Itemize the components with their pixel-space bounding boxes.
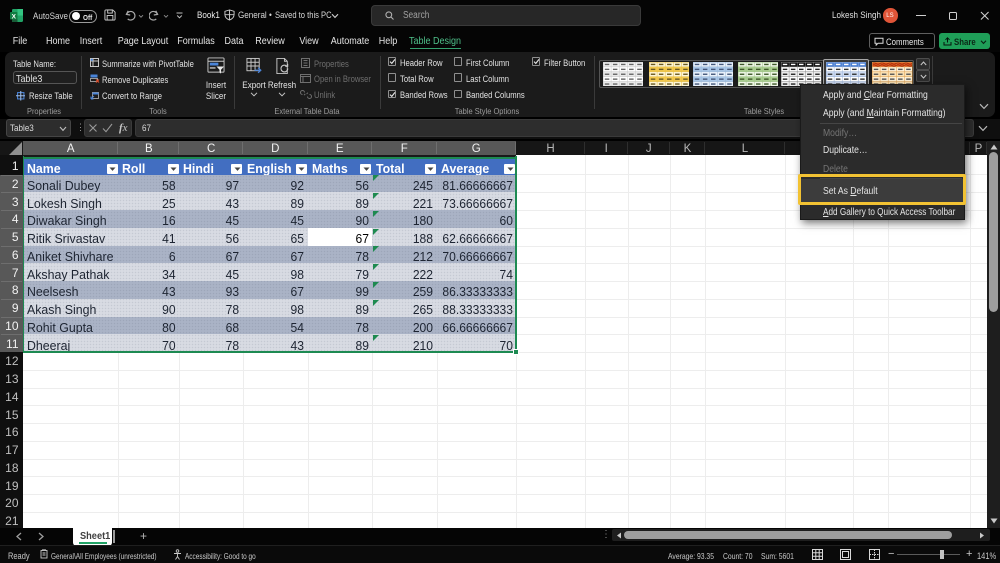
svg-text:X: X	[12, 13, 17, 20]
